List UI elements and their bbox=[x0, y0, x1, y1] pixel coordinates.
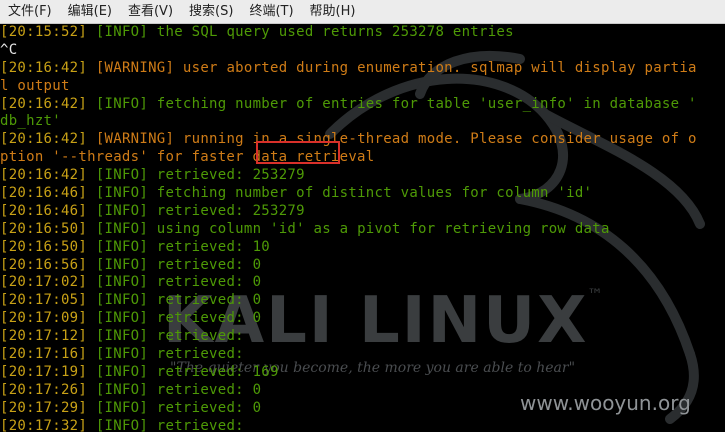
terminal-line: ption '--threads' for faster data retrie… bbox=[0, 149, 725, 167]
log-message: retrieved: 0 bbox=[156, 399, 262, 416]
terminal-line: db_hzt' bbox=[0, 113, 725, 131]
log-level: [INFO] bbox=[95, 24, 149, 40]
log-message: retrieved: bbox=[156, 346, 244, 363]
log-message: retrieved: 0 bbox=[156, 292, 262, 309]
log-timestamp: [20:15:52] bbox=[0, 24, 88, 40]
log-timestamp: [20:16:42] bbox=[0, 95, 88, 112]
terminal-line: [20:17:09] [INFO] retrieved: 0 bbox=[0, 310, 725, 328]
log-level: [INFO] bbox=[95, 202, 149, 219]
log-level: [INFO] bbox=[95, 220, 149, 237]
log-timestamp: [20:16:42] bbox=[0, 131, 88, 148]
log-continuation: db_hzt' bbox=[0, 113, 61, 130]
log-message: retrieved: 253279 bbox=[156, 167, 305, 184]
log-message: retrieved: 169 bbox=[156, 363, 279, 380]
log-level: [INFO] bbox=[95, 346, 149, 363]
menu-file[interactable]: 文件(F) bbox=[0, 0, 60, 24]
log-message: retrieved: 0 bbox=[156, 274, 262, 291]
menu-terminal[interactable]: 终端(T) bbox=[241, 0, 301, 24]
terminal-output[interactable]: KALI LINUX ™ "The quieter you become, th… bbox=[0, 24, 725, 432]
log-message: fetching number of entries for table 'us… bbox=[156, 95, 697, 112]
log-message: retrieved: 10 bbox=[156, 238, 271, 255]
log-message: retrieved: 0 bbox=[156, 310, 262, 327]
log-timestamp: [20:16:50] bbox=[0, 220, 88, 237]
log-timestamp: [20:16:46] bbox=[0, 185, 88, 202]
log-message: retrieved: bbox=[156, 328, 244, 345]
log-level: [INFO] bbox=[95, 292, 149, 309]
terminal-line: [20:16:42] [INFO] fetching number of ent… bbox=[0, 96, 725, 114]
terminal-line: [20:17:26] [INFO] retrieved: 0 bbox=[0, 382, 725, 400]
log-message: retrieved: 0 bbox=[156, 256, 262, 273]
log-level: [WARNING] bbox=[95, 59, 175, 76]
log-level: [INFO] bbox=[95, 238, 149, 255]
log-message: retrieved: 0 bbox=[156, 381, 262, 398]
log-level: [INFO] bbox=[95, 381, 149, 398]
log-level: [INFO] bbox=[95, 274, 149, 291]
terminal-line: [20:17:32] [INFO] retrieved: bbox=[0, 418, 725, 432]
terminal-line: [20:17:02] [INFO] retrieved: 0 bbox=[0, 274, 725, 292]
log-timestamp: [20:17:29] bbox=[0, 399, 88, 416]
terminal-line: [20:17:29] [INFO] retrieved: 0 bbox=[0, 400, 725, 418]
terminal-line: [20:16:42] [INFO] retrieved: 253279 bbox=[0, 167, 725, 185]
log-level: [INFO] bbox=[95, 167, 149, 184]
terminal-line: [20:17:19] [INFO] retrieved: 169 bbox=[0, 364, 725, 382]
menu-help[interactable]: 帮助(H) bbox=[302, 0, 364, 24]
terminal-line: [20:16:42] [WARNING] running in a single… bbox=[0, 131, 725, 149]
log-level: [INFO] bbox=[95, 185, 149, 202]
log-timestamp: [20:17:05] bbox=[0, 292, 88, 309]
log-timestamp: [20:17:09] bbox=[0, 310, 88, 327]
log-level: [INFO] bbox=[95, 256, 149, 273]
log-timestamp: [20:17:12] bbox=[0, 328, 88, 345]
log-message: user aborted during enumeration. sqlmap … bbox=[182, 59, 697, 76]
terminal-line: [20:16:50] [INFO] using column 'id' as a… bbox=[0, 221, 725, 239]
menu-bar: 文件(F) 编辑(E) 查看(V) 搜索(S) 终端(T) 帮助(H) bbox=[0, 0, 725, 24]
terminal-line: [20:15:52] [INFO] the SQL query used ret… bbox=[0, 24, 725, 42]
log-message: retrieved: 253279 bbox=[156, 202, 305, 219]
menu-view[interactable]: 查看(V) bbox=[120, 0, 181, 24]
terminal-line: [20:17:05] [INFO] retrieved: 0 bbox=[0, 292, 725, 310]
terminal-line: [20:16:46] [INFO] retrieved: 253279 bbox=[0, 203, 725, 221]
terminal-line: [20:16:42] [WARNING] user aborted during… bbox=[0, 60, 725, 78]
terminal-line: [20:17:16] [INFO] retrieved: bbox=[0, 346, 725, 364]
log-timestamp: [20:17:02] bbox=[0, 274, 88, 291]
log-timestamp: [20:16:42] bbox=[0, 59, 88, 76]
log-timestamp: [20:16:50] bbox=[0, 238, 88, 255]
log-level: [INFO] bbox=[95, 328, 149, 345]
log-timestamp: [20:16:46] bbox=[0, 202, 88, 219]
terminal-line: [20:16:50] [INFO] retrieved: 10 bbox=[0, 239, 725, 257]
log-level: [INFO] bbox=[95, 310, 149, 327]
log-message: fetching number of distinct values for c… bbox=[156, 185, 593, 202]
terminal-lines: [20:15:52] [INFO] the SQL query used ret… bbox=[0, 24, 725, 432]
terminal-line: [20:17:12] [INFO] retrieved: bbox=[0, 328, 725, 346]
log-message: retrieved: bbox=[156, 417, 244, 432]
highlight-box bbox=[256, 141, 340, 164]
log-timestamp: [20:17:19] bbox=[0, 363, 88, 380]
menu-edit[interactable]: 编辑(E) bbox=[60, 0, 120, 24]
log-level: [INFO] bbox=[95, 95, 149, 112]
menu-search[interactable]: 搜索(S) bbox=[181, 0, 241, 24]
log-timestamp: [20:17:16] bbox=[0, 346, 88, 363]
log-continuation: l output bbox=[0, 77, 70, 94]
log-timestamp: [20:16:56] bbox=[0, 256, 88, 273]
terminal-line: l output bbox=[0, 78, 725, 96]
log-message: using column 'id' as a pivot for retriev… bbox=[156, 220, 610, 237]
log-message: the SQL query used returns 253278 entrie… bbox=[156, 24, 514, 40]
log-timestamp: [20:17:32] bbox=[0, 417, 88, 432]
log-timestamp: [20:16:42] bbox=[0, 167, 88, 184]
terminal-line: [20:16:46] [INFO] fetching number of dis… bbox=[0, 185, 725, 203]
log-level: [WARNING] bbox=[95, 131, 175, 148]
terminal-line: ^C bbox=[0, 42, 725, 60]
log-level: [INFO] bbox=[95, 417, 149, 432]
log-level: [INFO] bbox=[95, 363, 149, 380]
log-timestamp: [20:17:26] bbox=[0, 381, 88, 398]
terminal-line: [20:16:56] [INFO] retrieved: 0 bbox=[0, 257, 725, 275]
log-continuation: ^C bbox=[0, 41, 18, 58]
log-level: [INFO] bbox=[95, 399, 149, 416]
